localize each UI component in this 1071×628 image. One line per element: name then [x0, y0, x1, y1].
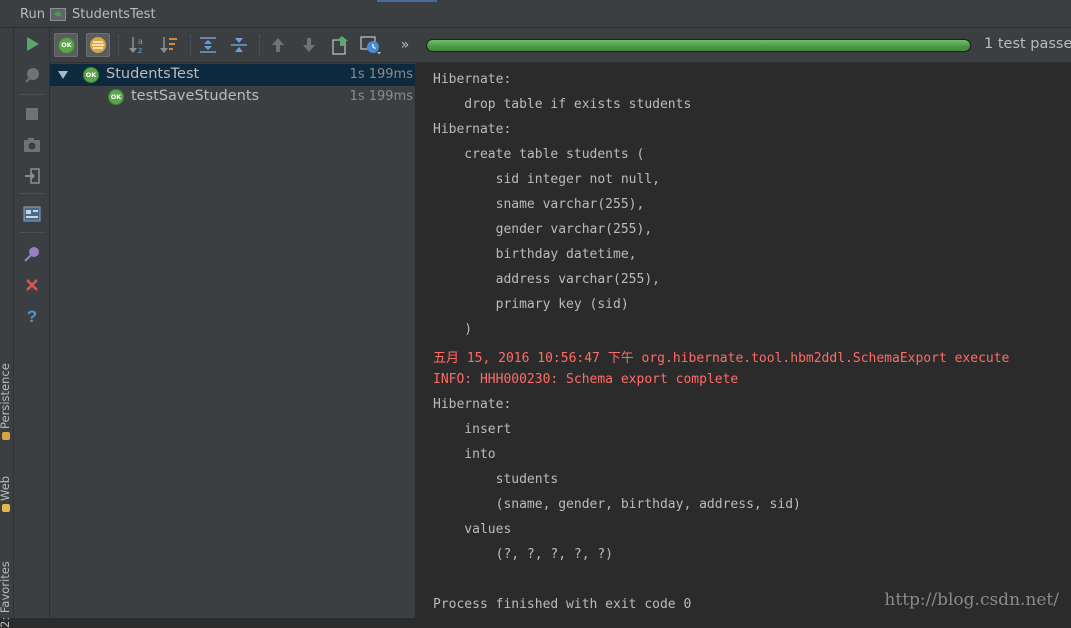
- test-class-name: StudentsTest: [106, 66, 200, 82]
- play-icon: [27, 37, 39, 51]
- persistence-tab-label: Persistence: [0, 363, 12, 429]
- run-side-toolbar: ?: [14, 28, 50, 618]
- attach-button[interactable]: [21, 165, 43, 187]
- show-ignored-toggle[interactable]: [86, 33, 110, 57]
- pin-tab-icon: [24, 247, 39, 262]
- login-icon: [25, 168, 40, 184]
- test-passed-icon: OK: [108, 89, 124, 105]
- sort-by-duration-icon: [160, 37, 177, 53]
- test-status-text: 1 test passed: [984, 36, 1071, 52]
- stop-button[interactable]: [21, 103, 43, 125]
- export-icon: [332, 36, 348, 55]
- collapse-all-icon: [231, 38, 247, 52]
- test-runner-toolbar: OK az » 1 test passed: [50, 28, 1071, 63]
- ok-filter-icon: OK: [58, 37, 75, 54]
- toolbar-separator: [118, 35, 119, 55]
- console-line: Hibernate:: [433, 397, 520, 412]
- expand-all-icon: [200, 37, 216, 53]
- pin-icon: [25, 68, 39, 83]
- test-history-button[interactable]: [359, 33, 383, 57]
- watermark: http://blog.csdn.net/: [884, 590, 1059, 610]
- test-passed-icon: OK: [83, 67, 99, 83]
- console-line: address varchar(255),: [433, 272, 660, 287]
- console-line: create table students (: [433, 147, 645, 162]
- show-passed-toggle[interactable]: OK: [54, 33, 78, 57]
- tree-item-students-test[interactable]: OK StudentsTest 1s 199ms: [50, 64, 415, 86]
- web-tab[interactable]: Web: [0, 476, 12, 512]
- console-line: (sname, gender, birthday, address, sid): [433, 497, 809, 512]
- previous-failed-button[interactable]: [266, 33, 290, 57]
- pin-tab-button[interactable]: [21, 243, 43, 265]
- close-icon: [26, 279, 38, 291]
- console-line: Hibernate:: [433, 122, 520, 137]
- console-line: sname varchar(255),: [433, 197, 645, 212]
- close-button[interactable]: [21, 274, 43, 296]
- expand-all-button[interactable]: [196, 33, 220, 57]
- layout-icon: [23, 206, 41, 222]
- export-results-button[interactable]: [328, 33, 352, 57]
- layout-button[interactable]: [21, 203, 43, 225]
- rerun-button[interactable]: [21, 33, 43, 55]
- run-configuration-name[interactable]: StudentsTest: [72, 7, 156, 22]
- test-duration: 1s 199ms: [349, 89, 413, 104]
- next-failed-button[interactable]: [297, 33, 321, 57]
- help-icon: ?: [27, 307, 37, 325]
- toolbar-separator: [20, 94, 44, 95]
- more-actions-button[interactable]: »: [393, 33, 417, 57]
- stop-icon: [26, 108, 38, 120]
- console-line: into: [433, 447, 496, 462]
- history-icon: [360, 36, 381, 55]
- run-tool-window-header: Run StudentsTest: [0, 0, 1071, 28]
- web-icon: [1, 504, 10, 512]
- sort-alphabetically-button[interactable]: az: [126, 33, 150, 57]
- tool-window-title[interactable]: Run: [20, 7, 45, 22]
- test-results-tree: OK StudentsTest 1s 199ms OK testSaveStud…: [50, 63, 416, 618]
- toolbar-separator: [20, 232, 44, 233]
- pin-button[interactable]: [21, 64, 43, 86]
- console-line: students: [433, 472, 559, 487]
- help-button[interactable]: ?: [21, 305, 43, 327]
- header-accent: [377, 0, 437, 2]
- persistence-icon: [1, 432, 10, 440]
- toolbar-separator: [190, 35, 191, 55]
- console-output[interactable]: Hibernate: drop table if exists students…: [417, 63, 1071, 618]
- sort-by-duration-button[interactable]: [157, 33, 181, 57]
- collapse-all-button[interactable]: [227, 33, 251, 57]
- console-line: values: [433, 522, 512, 537]
- sort-alphabetically-icon: az: [129, 37, 143, 55]
- console-line: drop table if exists students: [433, 97, 692, 112]
- dump-threads-button[interactable]: [21, 134, 43, 156]
- console-error-line: 五月 15, 2016 10:56:47 下午 org.hibernate.to…: [433, 351, 1010, 366]
- camera-icon: [24, 138, 40, 152]
- console-line: primary key (sid): [433, 297, 629, 312]
- expand-arrow-icon[interactable]: [58, 71, 68, 79]
- console-line: ): [433, 322, 473, 337]
- svg-text:a: a: [138, 37, 143, 46]
- console-line: Process finished with exit code 0: [433, 597, 692, 612]
- persistence-tab[interactable]: Persistence: [0, 363, 12, 440]
- test-progress-fill: [427, 40, 970, 51]
- console-line: birthday datetime,: [433, 247, 637, 262]
- toolbar-separator: [259, 35, 260, 55]
- svg-text:?: ?: [27, 307, 37, 325]
- console-error-line: INFO: HHH000230: Schema export complete: [433, 372, 739, 387]
- toolbar-separator: [20, 193, 44, 194]
- test-duration: 1s 199ms: [349, 67, 413, 82]
- double-chevron-right-icon: »: [400, 37, 410, 53]
- console-line: gender varchar(255),: [433, 222, 653, 237]
- console-line: (?, ?, ?, ?, ?): [433, 547, 614, 562]
- side-tool-strip: Persistence Web 2: Favorites: [0, 28, 14, 628]
- test-progress-bar: [426, 39, 971, 52]
- web-tab-label: Web: [0, 475, 12, 501]
- test-method-name: testSaveStudents: [131, 88, 260, 104]
- console-line: sid integer not null,: [433, 172, 660, 187]
- ignored-filter-icon: [90, 37, 106, 53]
- console-line: insert: [433, 422, 520, 437]
- svg-text:z: z: [138, 46, 142, 55]
- run-config-icon: [50, 8, 66, 21]
- arrow-down-icon: [303, 38, 315, 52]
- arrow-up-icon: [272, 38, 284, 52]
- console-line: Hibernate:: [433, 72, 520, 87]
- tree-item-test-save-students[interactable]: OK testSaveStudents 1s 199ms: [50, 86, 415, 108]
